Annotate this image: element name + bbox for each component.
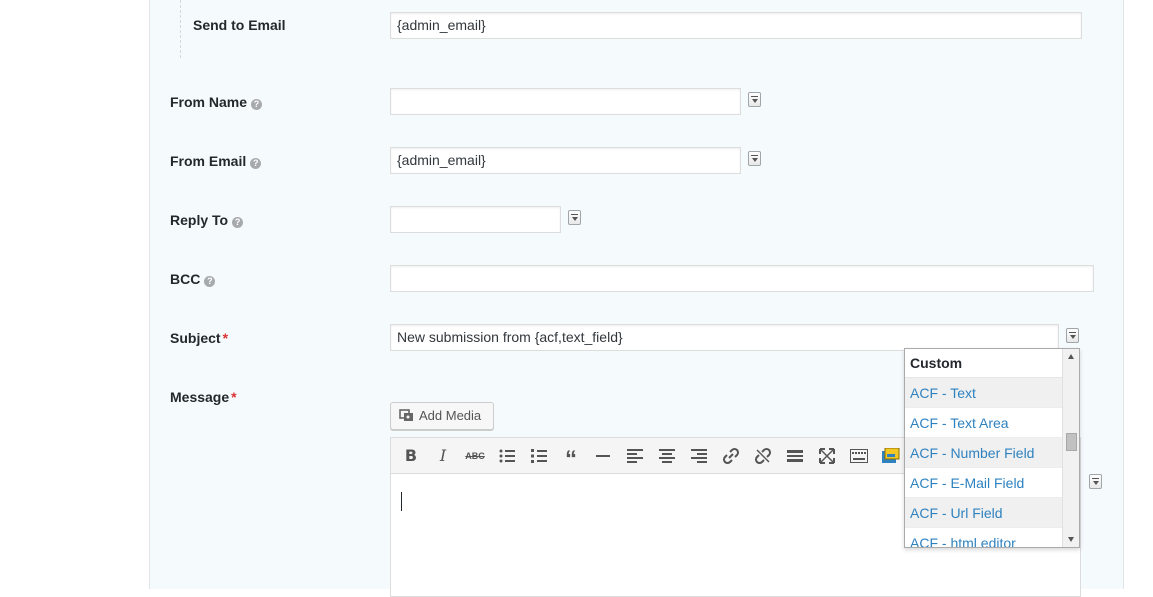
right-gutter <box>1124 0 1153 589</box>
italic-icon[interactable]: I <box>431 446 455 466</box>
bcc-label-text: BCC <box>170 271 201 287</box>
scroll-down-arrow-icon[interactable] <box>1068 537 1074 542</box>
merge-tag-icon[interactable] <box>748 151 761 166</box>
send-to-email-label-text: Send to Email <box>193 17 286 33</box>
subject-input[interactable]: New submission from {acf,text_field} <box>390 324 1059 351</box>
required-marker: * <box>222 330 229 346</box>
bold-icon[interactable]: B <box>399 446 423 466</box>
dropdown-item[interactable]: ACF - Text <box>905 378 1063 408</box>
dropdown-scrollbar[interactable] <box>1062 349 1079 547</box>
subject-label-text: Subject <box>170 330 221 346</box>
merge-tag-icon[interactable] <box>1066 328 1079 343</box>
blockquote-icon[interactable]: “ <box>559 446 583 473</box>
from-email-label: From Email? <box>170 152 262 170</box>
reply-to-label: Reply To? <box>170 211 244 229</box>
dropdown-item[interactable]: ACF - html editor <box>905 528 1063 547</box>
strikethrough-icon[interactable]: ABC <box>463 446 487 466</box>
read-more-icon[interactable] <box>783 446 807 466</box>
from-email-label-text: From Email <box>170 153 247 169</box>
bcc-label: BCC? <box>170 270 216 288</box>
message-label: Message * <box>170 388 237 406</box>
bcc-input[interactable] <box>390 265 1094 292</box>
numbered-list-icon[interactable] <box>527 446 551 466</box>
merge-tag-dropdown[interactable]: Custom ACF - Text ACF - Text Area ACF - … <box>904 348 1080 548</box>
subject-label: Subject * <box>170 329 228 347</box>
scroll-up-arrow-icon[interactable] <box>1068 354 1074 359</box>
scrollbar-thumb[interactable] <box>1066 433 1077 451</box>
from-name-label-text: From Name <box>170 94 248 110</box>
align-right-icon[interactable] <box>687 446 711 466</box>
merge-tag-icon[interactable] <box>1089 474 1102 489</box>
horizontal-line-icon[interactable] <box>591 446 615 466</box>
bullet-list-icon[interactable] <box>495 446 519 466</box>
from-email-input[interactable]: {admin_email} <box>390 147 741 174</box>
dropdown-item[interactable]: ACF - Number Field <box>905 438 1063 468</box>
align-center-icon[interactable] <box>655 446 679 466</box>
send-to-email-input[interactable]: {admin_email} <box>390 12 1082 39</box>
from-name-input[interactable] <box>390 88 741 115</box>
message-label-text: Message <box>170 389 230 405</box>
reply-to-input[interactable] <box>390 206 561 233</box>
required-marker: * <box>231 389 237 405</box>
help-icon[interactable]: ? <box>232 217 244 228</box>
dropdown-item[interactable]: ACF - E-Mail Field <box>905 468 1063 498</box>
unlink-icon[interactable] <box>751 446 775 466</box>
dropdown-group-header: Custom <box>905 349 1063 378</box>
merge-tag-icon[interactable] <box>748 92 761 107</box>
help-icon[interactable]: ? <box>250 158 262 169</box>
help-icon[interactable]: ? <box>204 276 216 287</box>
help-icon[interactable]: ? <box>251 99 263 110</box>
add-media-button[interactable]: Add Media <box>390 402 494 430</box>
add-media-label: Add Media <box>419 408 482 423</box>
align-left-icon[interactable] <box>623 446 647 466</box>
dropdown-item[interactable]: ACF - Url Field <box>905 498 1063 528</box>
gravity-forms-icon[interactable] <box>879 446 903 466</box>
text-cursor <box>401 492 402 511</box>
dropdown-item[interactable]: ACF - Text Area <box>905 408 1063 438</box>
reply-to-label-text: Reply To <box>170 212 229 228</box>
toolbar-toggle-icon[interactable] <box>847 446 871 466</box>
fullscreen-icon[interactable] <box>815 446 839 466</box>
from-name-label: From Name? <box>170 93 263 111</box>
link-icon[interactable] <box>719 446 743 466</box>
merge-tag-icon[interactable] <box>568 210 581 225</box>
add-media-icon <box>399 409 413 421</box>
send-to-email-label: Send to Email <box>193 16 286 34</box>
sub-setting-guide-line <box>180 0 181 58</box>
